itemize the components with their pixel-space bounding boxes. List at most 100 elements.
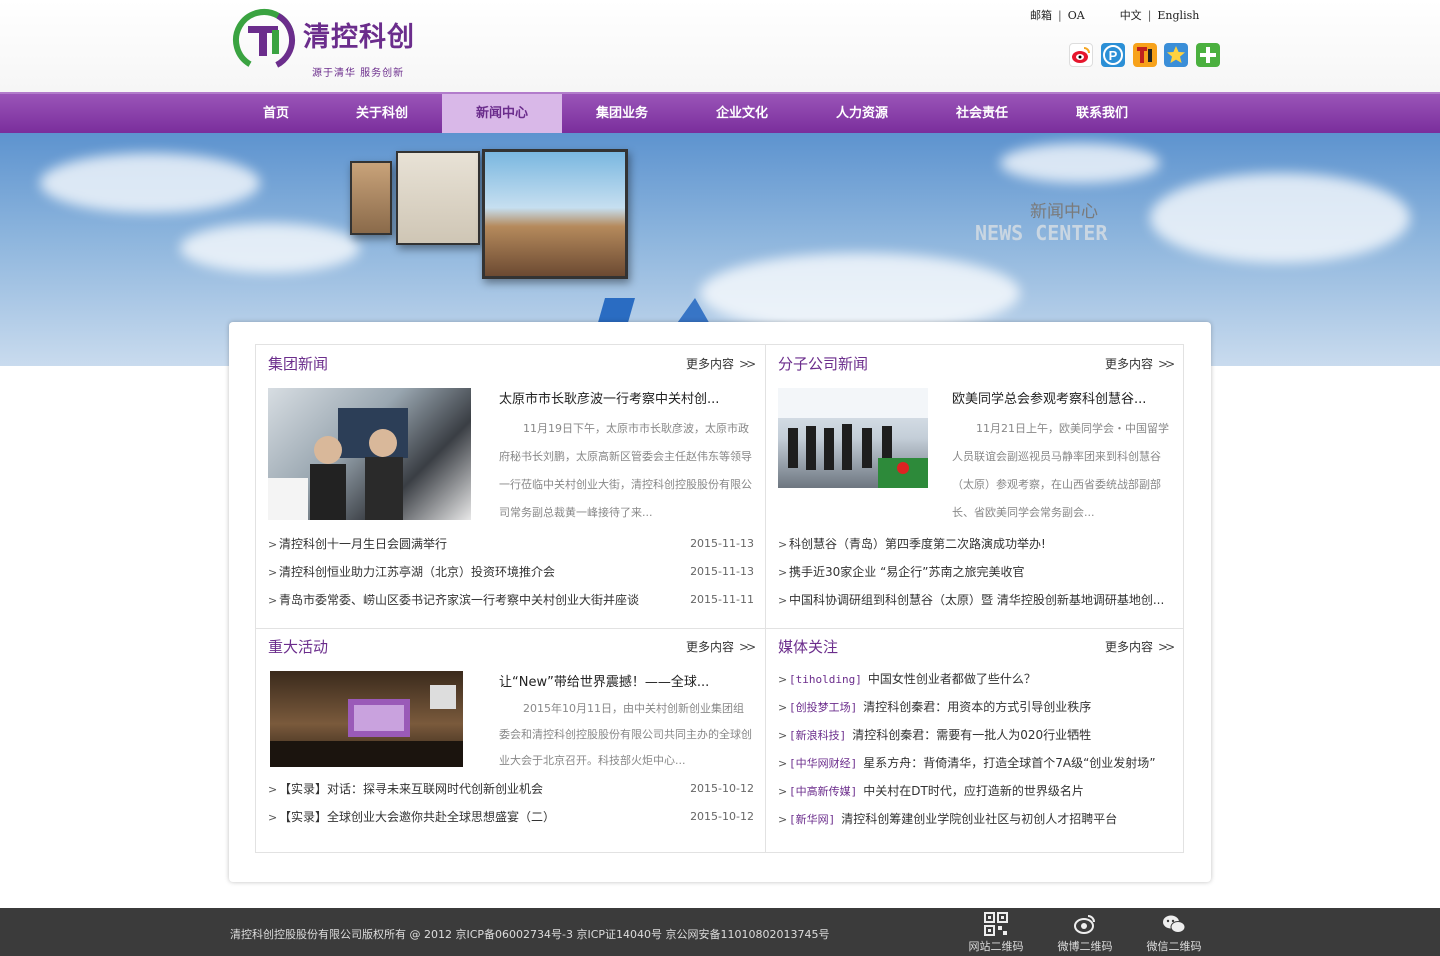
lead-summary: 11月19日下午，太原市市长耿彦波，太原市政府秘书长刘鹏，太原高新区管委会主任赵… [499, 422, 752, 519]
list-item[interactable]: > 中国科协调研组到科创慧谷（太原）暨 清华控股创新基地调研基地创... [778, 586, 1174, 614]
more-label: 更多内容 [1105, 357, 1154, 371]
divider [256, 628, 1183, 629]
lang-english-link[interactable]: English [1157, 9, 1199, 22]
lead-headline[interactable]: 欧美同学总会参观考察科创慧谷... [952, 388, 1168, 407]
double-chevron-icon: >> [739, 640, 756, 654]
news-thumbnail[interactable] [270, 671, 463, 767]
oa-link[interactable]: OA [1068, 9, 1085, 22]
list-item[interactable]: > [中华网财经] 星系方舟：背倚清华，打造全球首个7A级“创业发射场” [778, 749, 1174, 777]
double-chevron-icon: >> [739, 357, 756, 371]
logo-mark-icon [232, 8, 295, 71]
banner-title: 新闻中心 [1030, 202, 1098, 222]
weibo-icon[interactable] [1069, 43, 1093, 67]
media-source: [新华网] [789, 813, 836, 826]
list-item[interactable]: > [tiholding] 中国女性创业者都做了些什么？ [778, 665, 1174, 693]
list-item-title: 青岛市委常委、崂山区委书记齐家滨一行考察中关村创业大街并座谈 [279, 593, 640, 607]
main-nav: 首页 关于科创 新闻中心 集团业务 企业文化 人力资源 社会责任 联系我们 [0, 92, 1440, 133]
logo-slogan: 源于清华 服务创新 [312, 68, 405, 79]
share-bar: P [1069, 43, 1224, 67]
tencent-weibo-icon[interactable] [1132, 43, 1157, 67]
qr-label: 微博二维码 [1057, 940, 1113, 953]
list-item[interactable]: > [创投梦工场] 清控科创秦君：用资本的方式引导创业秩序 [778, 693, 1174, 721]
cloud-shape [40, 153, 260, 213]
weibo-qr-code[interactable]: 微博二维码 [1045, 912, 1125, 954]
double-chevron-icon: >> [1158, 357, 1175, 371]
news-thumbnail[interactable] [778, 388, 928, 488]
list-item[interactable]: > [新浪科技] 清控科创秦君：需要有一批人为020行业牺牲 [778, 721, 1174, 749]
nav-item-social[interactable]: 社会责任 [922, 94, 1042, 133]
svg-text:P: P [1108, 48, 1117, 63]
lead-headline[interactable]: 太原市市长耿彦波一行考察中关村创... [499, 388, 749, 407]
list-item[interactable]: > 清控科创恒业助力江苏亭湖（北京）投资环境推介会 2015-11-13 [268, 558, 754, 586]
major-events-panel: 重大活动 更多内容 >> 让“New”带给世界震撼！——全球... 2015年10… [268, 636, 756, 846]
list-item-title: 清控科创秦君：需要有一批人为020行业牺牲 [852, 728, 1092, 742]
media-source: [中华网财经] [789, 757, 858, 770]
news-thumbnail[interactable] [268, 388, 471, 520]
site-logo[interactable]: 清控科创 源于清华 服务创新 [230, 8, 440, 80]
group-news-panel: 集团新闻 更多内容 >> 太原市市长耿彦波一行考察中关村创... 11月19日下午… [268, 353, 756, 623]
photo-frame [482, 149, 628, 279]
media-list: > [tiholding] 中国女性创业者都做了些什么？ > [创投梦工场] 清控科创秦… [778, 665, 1174, 833]
list-item-date: 2015-11-13 [690, 537, 754, 550]
lead-headline[interactable]: 让“New”带给世界震撼！——全球... [499, 671, 749, 690]
chevron-right-icon: > [778, 673, 788, 686]
more-label: 更多内容 [686, 357, 735, 371]
chevron-right-icon: > [778, 785, 788, 798]
news-list: > 清控科创十一月生日会圆满举行 2015-11-13 > 清控科创恒业助力江苏亭湖（… [268, 530, 754, 614]
more-link[interactable]: 更多内容 >> [1105, 638, 1175, 655]
logo-title: 清控科创 [303, 22, 415, 53]
cloud-shape [180, 223, 360, 273]
pinterest-icon[interactable]: P [1100, 43, 1125, 67]
chevron-right-icon: > [778, 538, 788, 551]
chevron-right-icon: > [778, 701, 788, 714]
list-item[interactable]: > [中高新传媒] 中关村在DT时代，应打造新的世界级名片 [778, 777, 1174, 805]
media-source: [tiholding] [789, 673, 862, 686]
list-item[interactable]: > 科创慧谷（青岛）第四季度第二次路演成功举办! [778, 530, 1174, 558]
nav-item-culture[interactable]: 企业文化 [682, 94, 802, 133]
list-item[interactable]: > 携手近30家企业 “易企行”苏南之旅完美收官 [778, 558, 1174, 586]
wechat-qr-code[interactable]: 微信二维码 [1134, 912, 1214, 954]
list-item-title: 【实录】全球创业大会邀你共赴全球思想盛宴（二） [279, 810, 556, 824]
mail-link[interactable]: 邮箱 [1030, 7, 1052, 23]
media-source: [中高新传媒] [789, 785, 858, 798]
list-item[interactable]: > 【实录】全球创业大会邀你共赴全球思想盛宴（二） 2015-10-12 [268, 803, 754, 831]
list-item-title: 清控科创筹建创业学院创业社区与初创人才招聘平台 [841, 812, 1118, 826]
list-item[interactable]: > [新华网] 清控科创筹建创业学院创业社区与初创人才招聘平台 [778, 805, 1174, 833]
nav-item-business[interactable]: 集团业务 [562, 94, 682, 133]
nav-item-about[interactable]: 关于科创 [322, 94, 442, 133]
nav-item-home[interactable]: 首页 [216, 94, 336, 133]
more-link[interactable]: 更多内容 >> [1105, 355, 1175, 372]
site-qr-code[interactable]: 网站二维码 [956, 912, 1036, 954]
news-content-card: 集团新闻 更多内容 >> 太原市市长耿彦波一行考察中关村创... 11月19日下午… [229, 322, 1211, 882]
copyright-text: 清控科创控股股份有限公司版权所有 @ 2012 京ICP备06002734号-3… [230, 928, 830, 941]
nav-item-contact[interactable]: 联系我们 [1042, 94, 1162, 133]
more-label: 更多内容 [686, 640, 735, 654]
panel-title: 重大活动 [268, 638, 329, 656]
list-item-title: 星系方舟：背倚清华，打造全球首个7A级“创业发射场” [863, 756, 1156, 770]
more-link[interactable]: 更多内容 >> [686, 355, 756, 372]
nav-item-hr[interactable]: 人力资源 [802, 94, 922, 133]
banner-photo-frames [340, 143, 640, 283]
media-source: [新浪科技] [789, 729, 847, 742]
list-item-date: 2015-11-11 [690, 593, 754, 606]
list-item[interactable]: > 青岛市委常委、崂山区委书记齐家滨一行考察中关村创业大街并座谈 2015-11-1… [268, 586, 754, 614]
nav-item-news[interactable]: 新闻中心 [442, 94, 562, 133]
news-list: > 科创慧谷（青岛）第四季度第二次路演成功举办! > 携手近30家企业 “易企行”苏… [778, 530, 1174, 614]
cloud-shape [700, 253, 1020, 333]
list-item[interactable]: > 【实录】对话：探寻未来互联网时代创新创业机会 2015-10-12 [268, 775, 754, 803]
panel-title: 集团新闻 [268, 355, 329, 373]
list-item-title: 中关村在DT时代，应打造新的世界级名片 [863, 784, 1084, 798]
more-link[interactable]: 更多内容 >> [686, 638, 756, 655]
qr-code-icon [984, 912, 1008, 936]
divider: | [1058, 9, 1062, 22]
lang-chinese-link[interactable]: 中文 [1120, 7, 1142, 23]
media-source: [创投梦工场] [789, 701, 858, 714]
chevron-right-icon: > [778, 594, 788, 607]
conference-photo-icon [270, 685, 463, 767]
chevron-right-icon: > [268, 783, 278, 796]
favorite-star-icon[interactable] [1164, 43, 1189, 67]
add-plus-icon[interactable] [1196, 43, 1221, 67]
list-item[interactable]: > 清控科创十一月生日会圆满举行 2015-11-13 [268, 530, 754, 558]
list-item-date: 2015-10-12 [690, 810, 754, 823]
top-links: 邮箱 | OA 中文 | English [1030, 7, 1199, 23]
